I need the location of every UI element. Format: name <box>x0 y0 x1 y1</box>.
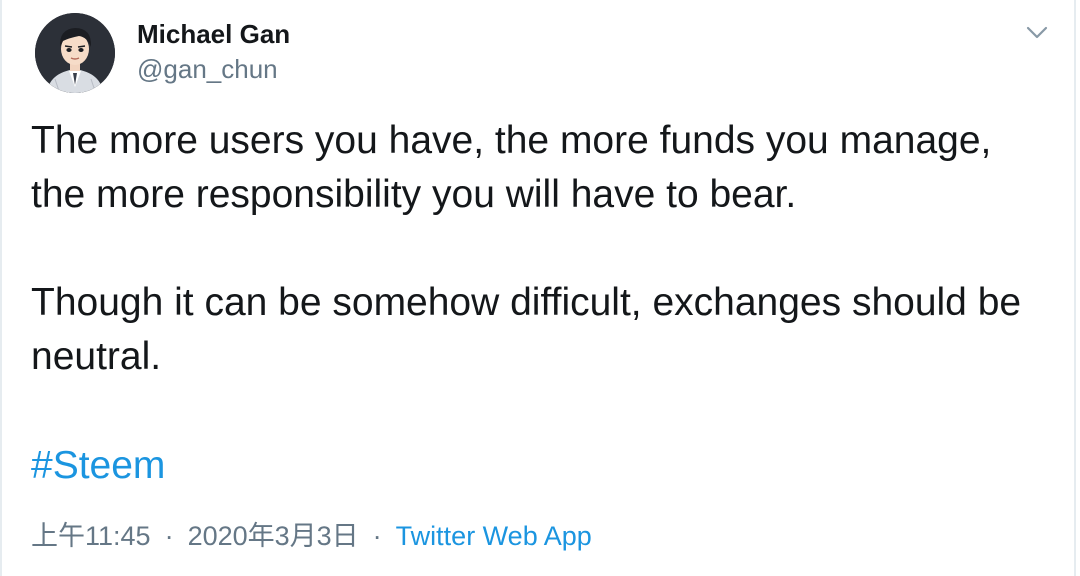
author-name[interactable]: Michael Gan <box>137 19 290 50</box>
tweet-text-line: The more users you have, the more funds … <box>31 119 992 162</box>
tweet-text-line: Though it can be somehow difficult, exch… <box>31 281 1022 324</box>
meta-separator: · <box>372 521 382 551</box>
author-handle[interactable]: @gan_chun <box>137 54 278 85</box>
tweet-text: The more users you have, the more funds … <box>31 114 1061 384</box>
avatar[interactable] <box>35 13 115 93</box>
hashtag-link[interactable]: #Steem <box>31 441 165 491</box>
tweet-card: Michael Gan @gan_chun The more users you… <box>0 0 1076 576</box>
tweet-meta: 上午11:45 · 2020年3月3日 · Twitter Web App <box>31 516 592 556</box>
tweet-source-link[interactable]: Twitter Web App <box>396 521 592 551</box>
tweet-time[interactable]: 上午11:45 <box>31 521 151 551</box>
tweet-text-line: the more responsibility you will have to… <box>31 173 797 216</box>
meta-separator: · <box>164 521 174 551</box>
avatar-illustration <box>35 13 115 93</box>
tweet-date[interactable]: 2020年3月3日 <box>188 521 359 551</box>
chevron-down-icon[interactable] <box>1020 20 1054 46</box>
tweet-text-line: neutral. <box>31 335 162 378</box>
